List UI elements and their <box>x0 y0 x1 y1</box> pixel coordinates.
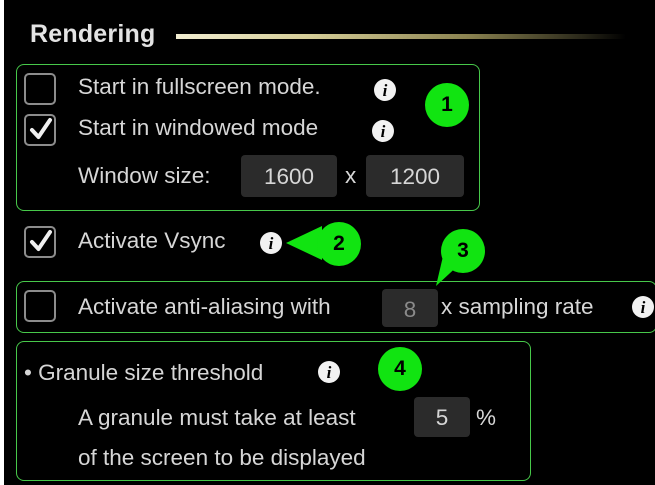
info-icon[interactable]: i <box>374 79 396 101</box>
window-size-separator: x <box>345 163 357 188</box>
callout-badge-1: 1 <box>425 83 469 127</box>
vsync-label: Activate Vsync <box>78 228 226 253</box>
granule-line-1: A granule must take at least <box>78 405 356 430</box>
window-size-label: Window size: <box>78 163 211 188</box>
title-divider <box>176 34 626 39</box>
callout-badge-4: 4 <box>378 347 422 391</box>
window-height-input[interactable]: 1200 <box>366 155 464 197</box>
granule-line-2: of the screen to be displayed <box>78 445 366 470</box>
fullscreen-label: Start in fullscreen mode. <box>78 74 321 99</box>
sampling-rate-input[interactable]: 8 <box>382 289 438 327</box>
info-icon[interactable]: i <box>260 232 282 254</box>
sampling-rate-suffix: x sampling rate <box>441 294 594 319</box>
windowed-checkbox[interactable] <box>24 114 56 146</box>
granule-title: • Granule size threshold <box>24 360 264 385</box>
vsync-checkbox[interactable] <box>24 226 56 258</box>
window-width-input[interactable]: 1600 <box>241 155 337 197</box>
callout-badge-2: 2 <box>317 222 361 266</box>
section-title: Rendering <box>30 20 156 48</box>
checkmark-icon <box>30 118 52 139</box>
info-icon[interactable]: i <box>372 120 394 142</box>
callout-badge-3: 3 <box>441 229 485 273</box>
settings-panel: Rendering Start in fullscreen mode. i St… <box>4 0 655 485</box>
info-icon[interactable]: i <box>318 361 340 383</box>
antialiasing-checkbox[interactable] <box>24 290 56 322</box>
windowed-label: Start in windowed mode <box>78 115 319 140</box>
granule-threshold-input[interactable]: 5 <box>414 397 470 437</box>
fullscreen-checkbox[interactable] <box>24 73 56 105</box>
granule-unit: % <box>476 405 497 430</box>
info-icon[interactable]: i <box>632 296 654 318</box>
antialiasing-label: Activate anti-aliasing with <box>78 294 331 319</box>
checkmark-icon <box>30 230 52 251</box>
